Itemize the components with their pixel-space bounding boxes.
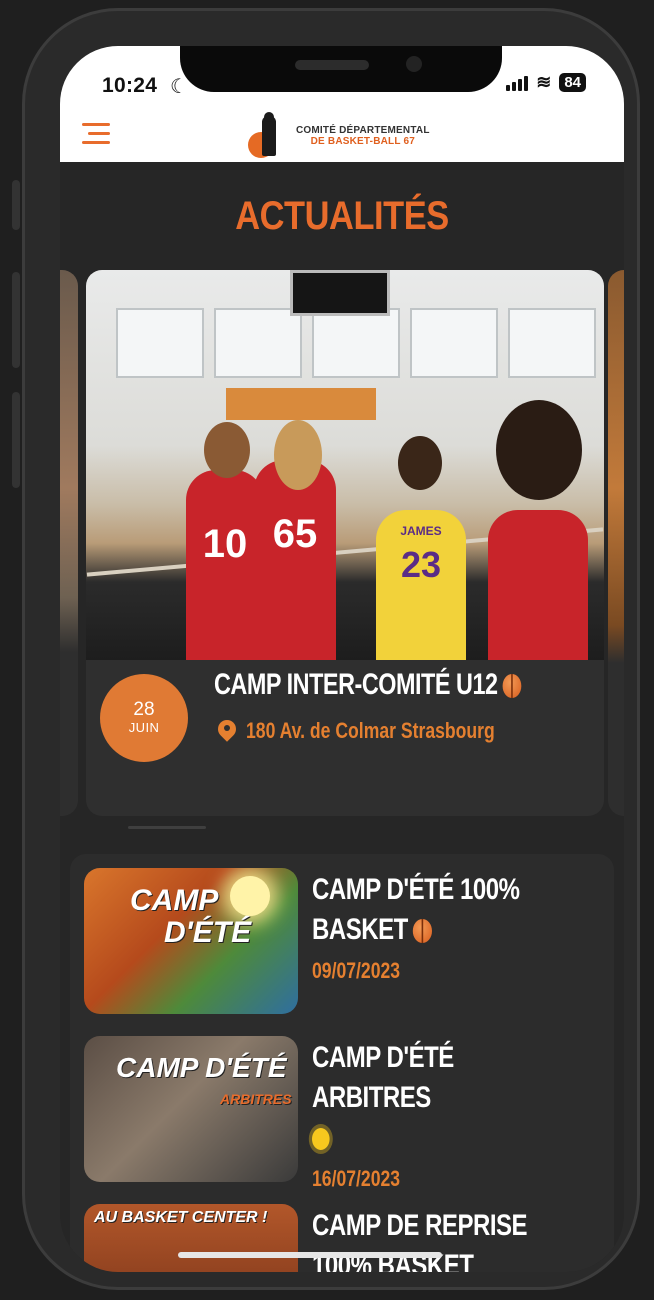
carousel-scroll-indicator [128, 826, 206, 829]
news-date: 09/07/2023 [312, 958, 401, 983]
phone-volume-down [12, 392, 20, 488]
speaker [295, 60, 369, 70]
brand-logo[interactable]: COMITÉ DÉPARTEMENTAL DE BASKET-BALL 67 [242, 112, 430, 160]
carousel-previous-card[interactable] [60, 270, 78, 816]
list-item[interactable]: CAMP D'ÉTÉ ARBITRES CAMP D'ÉTÉ ARBITRES … [84, 1036, 600, 1191]
front-camera [406, 56, 422, 72]
brand-name-line1: COMITÉ DÉPARTEMENTAL [296, 125, 430, 136]
list-item[interactable]: AU BASKET CENTER ! CAMP DE REPRISE 100% … [84, 1204, 600, 1272]
phone-side-button [12, 180, 20, 230]
basketball-icon [412, 919, 432, 944]
featured-news-image: 10 65 23 JAMES [86, 270, 604, 660]
news-title: CAMP D'ÉTÉ 100% BASKET [312, 873, 520, 946]
news-thumbnail: CAMP D'ÉTÉ [84, 868, 298, 1014]
featured-news-title[interactable]: CAMP INTER-COMITÉ U12 [214, 668, 521, 702]
event-day: 28 [133, 699, 155, 720]
news-thumbnail: AU BASKET CENTER ! [84, 1204, 298, 1272]
event-location[interactable]: 180 Av. de Colmar Strasbourg [218, 718, 557, 744]
news-title: CAMP DE REPRISE 100% BASKET [312, 1209, 528, 1272]
home-indicator[interactable] [178, 1252, 442, 1258]
status-icons: ≋ 84 [506, 72, 586, 93]
wifi-icon: ≋ [536, 72, 552, 92]
basketball-icon [502, 674, 521, 699]
basketball-hoop-icon [290, 270, 390, 316]
app-screen: 10:24 ☾ ≋ 84 COMITÉ DÉPARTEMENTAL DE BAS… [60, 46, 624, 1272]
news-date: 16/07/2023 [312, 1166, 401, 1191]
featured-news-card[interactable]: 10 65 23 JAMES 28 JUIN CAMP INTER-COMITÉ… [86, 270, 604, 816]
news-list: CAMP D'ÉTÉ CAMP D'ÉTÉ 100% BASKET 09/07/… [70, 854, 614, 1272]
notch [180, 46, 502, 92]
news-thumbnail: CAMP D'ÉTÉ ARBITRES [84, 1036, 298, 1182]
battery-icon: 84 [559, 73, 586, 92]
location-pin-icon [218, 720, 236, 742]
news-title: CAMP D'ÉTÉ ARBITRES [312, 1038, 532, 1158]
event-date-badge: 28 JUIN [100, 674, 188, 762]
page-title: ACTUALITÉS [235, 194, 449, 238]
list-item[interactable]: CAMP D'ÉTÉ CAMP D'ÉTÉ 100% BASKET 09/07/… [84, 868, 600, 1014]
sun-icon [312, 1128, 330, 1151]
event-location-text: 180 Av. de Colmar Strasbourg [246, 718, 495, 743]
signal-icon [506, 75, 529, 91]
event-month: JUIN [128, 720, 160, 735]
brand-name-line2: DE BASKET-BALL 67 [310, 136, 415, 147]
basketball-player-logo-icon [242, 112, 290, 160]
status-time: 10:24 [102, 74, 158, 97]
menu-button[interactable] [82, 123, 110, 145]
carousel-next-card[interactable] [608, 270, 624, 816]
phone-volume-up [12, 272, 20, 368]
moon-icon: ☾ [170, 76, 188, 98]
sun-icon [230, 876, 270, 916]
